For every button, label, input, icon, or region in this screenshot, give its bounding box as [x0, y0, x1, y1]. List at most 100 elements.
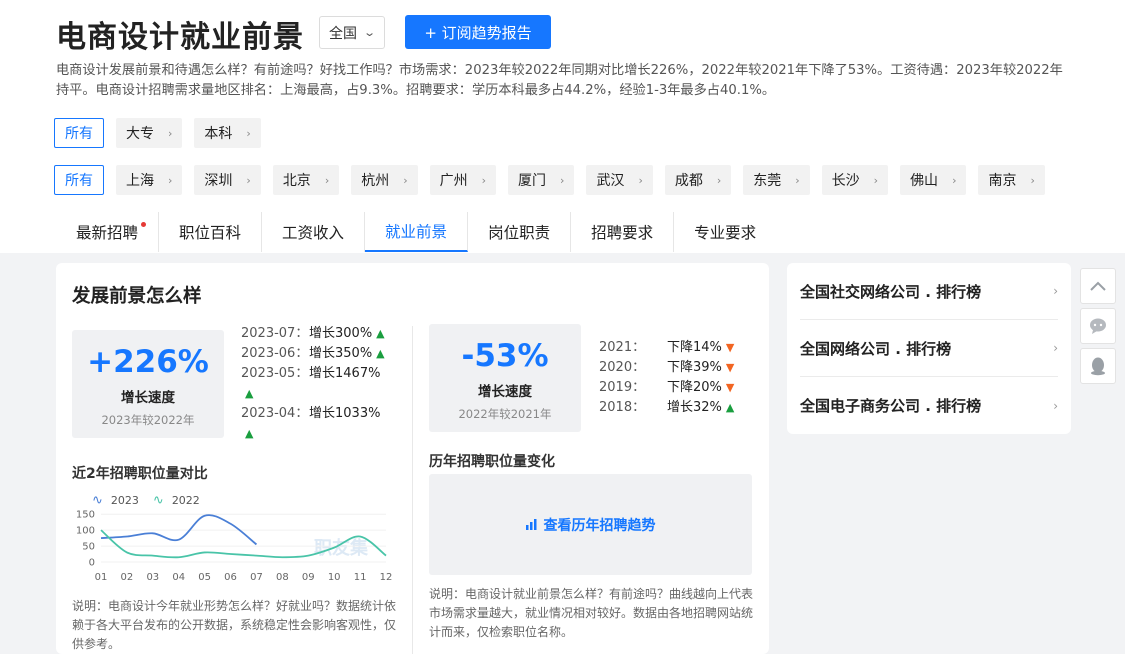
- section-title: 发展前景怎么样: [72, 286, 202, 307]
- chat-bubble-icon: [1090, 318, 1106, 334]
- x-tick-label: 01: [95, 572, 108, 583]
- chevron-right-icon: ›: [1053, 284, 1058, 298]
- ranking-link[interactable]: 全国电子商务公司 . 排行榜 ›: [800, 377, 1058, 434]
- filter-chip-label: 东莞: [753, 173, 782, 189]
- tab-item[interactable]: 就业前景: [365, 212, 469, 252]
- tab-label: 最新招聘: [76, 224, 139, 242]
- chevron-right-icon: ›: [1030, 173, 1035, 187]
- filter-chip[interactable]: 广州 ›: [429, 165, 497, 195]
- tab-item[interactable]: 招聘要求: [571, 212, 675, 252]
- filter-chip-label: 上海: [126, 173, 154, 189]
- filter-chip-label: 成都: [674, 173, 703, 189]
- history-value: 增长1467%: [309, 366, 381, 381]
- history-value: 增长32%: [667, 400, 722, 415]
- growth-label: 增长速度: [478, 384, 532, 400]
- chevron-right-icon: ›: [324, 173, 330, 187]
- ranking-card: 全国社交网络公司 . 排行榜 › 全国网络公司 . 排行榜 › 全国电子商务公司 . 排…: [787, 263, 1071, 434]
- qq-penguin-icon: [1091, 357, 1105, 376]
- view-trend-button[interactable]: 查看历年招聘趋势: [429, 474, 752, 575]
- tab-label: 招聘要求: [591, 224, 654, 242]
- history-row: 2023-05： 增长1467%: [241, 364, 401, 384]
- history-period: 2018：: [599, 400, 646, 415]
- tab-label: 职位百科: [179, 224, 242, 242]
- scroll-top-button[interactable]: [1080, 268, 1116, 304]
- x-tick-label: 02: [121, 572, 134, 583]
- history-row: 2018： 增长32% ▲: [599, 398, 759, 418]
- filter-chip[interactable]: 上海 ›: [116, 165, 183, 195]
- filter-chip[interactable]: 长沙 ›: [821, 165, 889, 195]
- filter-chip[interactable]: 佛山 ›: [900, 165, 967, 195]
- ranking-link[interactable]: 全国网络公司 . 排行榜 ›: [800, 320, 1058, 377]
- x-tick-label: 06: [224, 572, 237, 583]
- divider: [412, 326, 413, 654]
- y-tick-label: 0: [89, 558, 95, 569]
- city-filter: 所有 上海 › 深圳 › 北京 › 杭州 › 广州 › 厦门 › 武汉 › 成都 › 东莞 › 长沙 › 佛山 › 南京 ›: [54, 165, 1045, 195]
- tab-item[interactable]: 最新招聘: [56, 212, 160, 252]
- arrow-down-icon: ▼: [725, 361, 735, 374]
- chevron-right-icon: ›: [795, 173, 800, 187]
- filter-chip-label: 本科: [204, 126, 233, 142]
- filter-chip[interactable]: 东莞 ›: [743, 165, 810, 195]
- filter-chip[interactable]: 所有: [54, 118, 104, 148]
- note-left: 说明：电商设计今年就业形势怎么样？好就业吗？数据统计依赖于各大平台发布的公开数据…: [72, 599, 397, 651]
- filter-chip[interactable]: 大专 ›: [116, 118, 183, 148]
- tab-item[interactable]: 职位百科: [159, 212, 263, 252]
- filter-chip[interactable]: 北京 ›: [272, 165, 340, 195]
- filter-chip[interactable]: 南京 ›: [978, 165, 1045, 195]
- y-tick-label: 150: [76, 510, 95, 521]
- filter-chip-label: 深圳: [204, 173, 233, 189]
- arrow-down-icon: ▼: [725, 341, 735, 354]
- growth-sub: 2022年较2021年: [458, 407, 552, 421]
- filter-chip[interactable]: 所有: [54, 165, 104, 195]
- history-row: 2023-07： 增长300% ▲: [241, 324, 401, 344]
- chevron-right-icon: ›: [1053, 398, 1058, 413]
- filter-chip-label: 武汉: [596, 173, 625, 189]
- history-row: 2020： 下降39% ▼: [599, 358, 759, 378]
- history-value: 增长1033%: [309, 406, 381, 421]
- chevron-right-icon: ›: [246, 173, 251, 187]
- tab-label: 岗位职责: [488, 224, 551, 242]
- filter-chip[interactable]: 深圳 ›: [194, 165, 261, 195]
- x-tick-label: 12: [380, 572, 393, 583]
- x-tick-label: 07: [250, 572, 263, 583]
- growth-value: +226%: [87, 344, 209, 380]
- history-value: 下降39%: [667, 360, 722, 375]
- filter-chip-label: 大专: [126, 126, 154, 142]
- tab-item[interactable]: 岗位职责: [468, 212, 572, 252]
- history-row: 2023-04： 增长1033%: [241, 404, 401, 424]
- filter-chip[interactable]: 本科 ›: [194, 118, 261, 148]
- tab-item[interactable]: 工资收入: [262, 212, 366, 252]
- note-right: 说明：电商设计就业前景怎么样？有前途吗？曲线越向上代表市场需求量越大，就业情况相…: [429, 587, 754, 639]
- ranking-link[interactable]: 全国社交网络公司 . 排行榜 ›: [800, 263, 1058, 320]
- filter-chip-label: 长沙: [831, 173, 860, 189]
- new-dot-indicator: [141, 222, 147, 227]
- filter-chip[interactable]: 杭州 ›: [351, 165, 418, 195]
- history-row: 2023-06： 增长350% ▲: [241, 344, 401, 364]
- chevron-right-icon: ›: [716, 173, 722, 187]
- filter-chip[interactable]: 武汉 ›: [586, 165, 653, 195]
- chat-button[interactable]: [1080, 308, 1116, 344]
- qq-button[interactable]: [1080, 348, 1116, 384]
- chevron-right-icon: ›: [481, 173, 487, 187]
- history-period: 2020：: [599, 360, 646, 375]
- growth-sub: 2023年较2022年: [101, 413, 195, 427]
- tab-bar: 最新招聘 职位百科 工资收入 就业前景 岗位职责 招聘要求 专业要求: [56, 212, 776, 252]
- filter-chip[interactable]: 成都 ›: [664, 165, 732, 195]
- x-tick-label: 04: [172, 572, 185, 583]
- page-title: 电商设计就业前景: [56, 20, 304, 55]
- arrow-down-icon: ▼: [725, 381, 735, 394]
- filter-chip[interactable]: 厦门 ›: [508, 165, 575, 195]
- region-select[interactable]: 全国 ⌄: [319, 16, 385, 49]
- history-value: 下降20%: [667, 380, 722, 395]
- filter-chip-label: 北京: [282, 173, 311, 189]
- y-tick-label: 100: [76, 526, 95, 537]
- tab-item[interactable]: 专业要求: [674, 212, 776, 252]
- subscribe-button[interactable]: + 订阅趋势报告: [405, 15, 551, 49]
- monthly-growth-list: 2023-07： 增长300% ▲ 2023-06： 增长350% ▲ 2023-05： 增长…: [241, 324, 401, 444]
- y-tick-label: 50: [82, 542, 95, 553]
- ranking-label: 全国社交网络公司 . 排行榜: [800, 282, 982, 301]
- x-tick-label: 03: [146, 572, 159, 583]
- chevron-up-icon: [1090, 281, 1106, 291]
- history-period: 2019：: [599, 380, 646, 395]
- trend-chart-title: 历年招聘职位量变化: [429, 454, 555, 470]
